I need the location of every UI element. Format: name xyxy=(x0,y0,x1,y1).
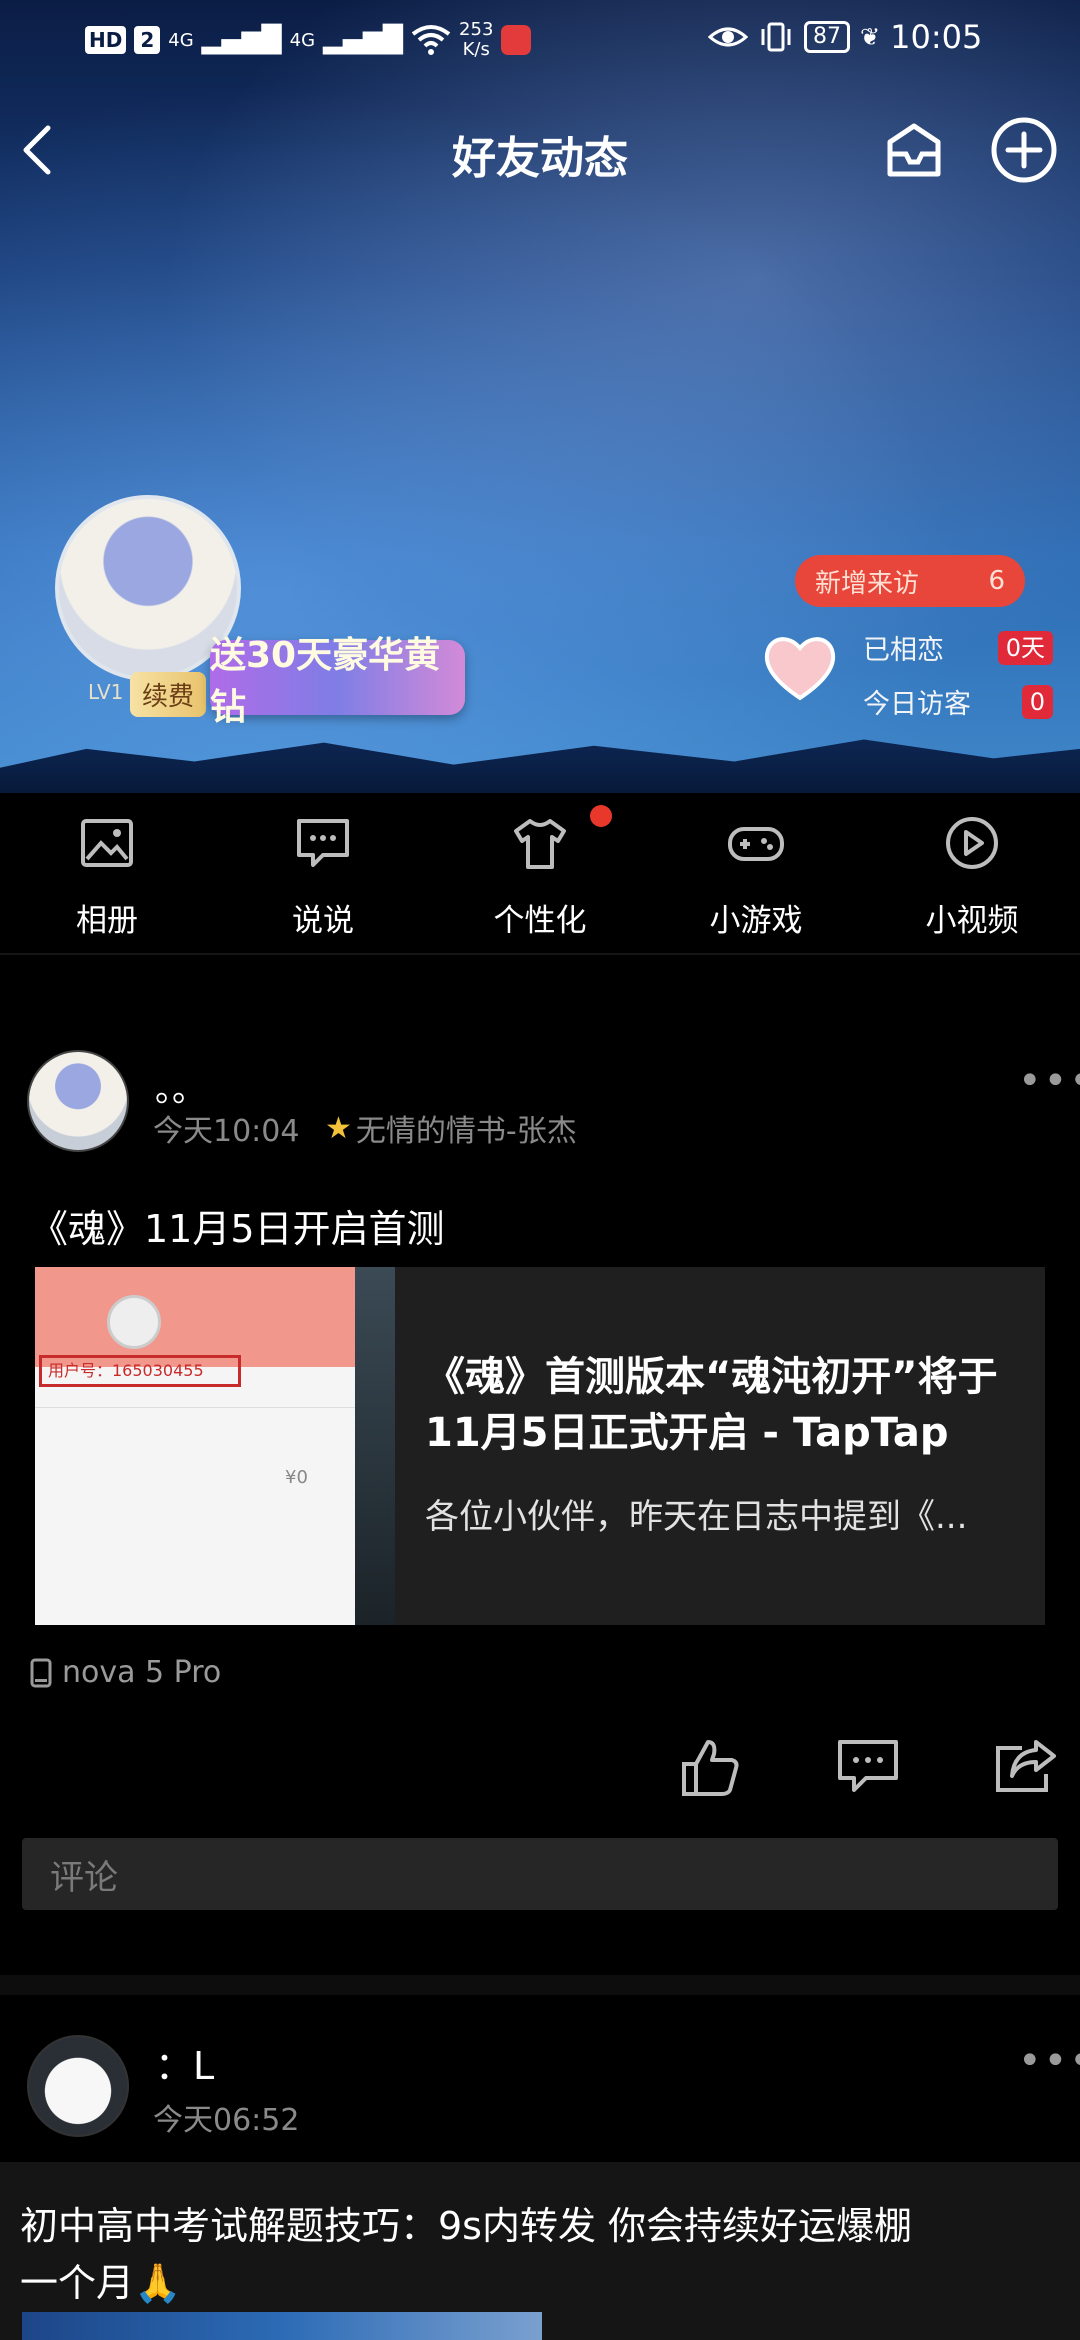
post-song[interactable]: ★ 无情的情书-张杰 xyxy=(325,1106,577,1150)
phone-icon xyxy=(30,1658,52,1687)
nav-shortvideo-label: 小视频 xyxy=(925,903,1019,939)
new-visitors-button[interactable]: 新增来访 6 xyxy=(795,555,1025,607)
post2-text-line1: 初中高中考试解题技巧：9s内转发 你会持续好运爆棚 xyxy=(20,2204,913,2248)
sim-indicator: 2 xyxy=(134,26,161,54)
nav-album-label: 相册 xyxy=(76,903,138,939)
add-icon[interactable] xyxy=(990,116,1058,184)
status-left: HD 2 4G ▂▄▆█ 4G ▂▄▆█ 253 K/s xyxy=(85,20,532,60)
post2-author-name[interactable]: ：L xyxy=(155,2035,214,2090)
nav-minigame-label: 小游戏 xyxy=(709,903,803,939)
feature-nav: 相册 说说 个性化 小游戏 小视频 xyxy=(0,793,1080,953)
post-device-name: nova 5 Pro xyxy=(62,1655,222,1690)
heart-icon[interactable] xyxy=(760,628,840,708)
gamepad-icon xyxy=(728,827,784,861)
eye-icon xyxy=(708,27,748,47)
post-author-name[interactable]: 。。 xyxy=(155,1062,206,1111)
nav-personalize[interactable]: 个性化 xyxy=(460,805,620,940)
comment-icon[interactable] xyxy=(836,1738,900,1796)
thumb-side-photo xyxy=(355,1267,395,1625)
new-visitors-count: 6 xyxy=(988,566,1005,596)
network-2-label: 4G xyxy=(289,29,316,51)
battery-indicator: 87 xyxy=(804,21,850,53)
status-right: 87 ❦ 10:05 xyxy=(708,18,982,56)
hd-indicator: HD xyxy=(85,26,127,54)
love-days-label: 已相恋 xyxy=(863,635,944,666)
nav-shortvideo[interactable]: 小视频 xyxy=(892,813,1052,940)
nav-minigame[interactable]: 小游戏 xyxy=(676,813,836,940)
nav-shuoshuo-label: 说说 xyxy=(292,903,354,939)
status-time: 10:05 xyxy=(890,18,983,56)
post2-text-line2: 一个月🙏 xyxy=(20,2261,182,2305)
love-days-row: 已相恋 0天 xyxy=(863,628,1053,667)
love-days-badge: 0天 xyxy=(997,630,1053,665)
thumb-price: ¥0 xyxy=(285,1467,308,1488)
level-badge: LV1 xyxy=(88,680,124,704)
link-card-title: 《魂》首测版本“魂沌初开”将于11月5日正式开启 - TapTap xyxy=(425,1354,998,1456)
post-author-avatar[interactable] xyxy=(27,1050,129,1152)
net-speed-value: 253 xyxy=(459,19,494,40)
huawei-app-icon xyxy=(501,25,532,55)
net-speed-unit: K/s xyxy=(462,39,490,60)
post2-author-avatar[interactable] xyxy=(27,2035,129,2137)
inbox-icon[interactable] xyxy=(882,118,946,182)
signal-icon-2: ▂▄▆█ xyxy=(323,25,404,55)
link-card[interactable]: 用户号：165030455 ¥0 《魂》首测版本“魂沌初开”将于11月5日正式开… xyxy=(35,1267,1045,1625)
post-device: nova 5 Pro xyxy=(30,1655,221,1690)
music-star-icon: ★ xyxy=(325,1110,352,1146)
post-time: 今天10:04 xyxy=(153,1114,300,1149)
comment-input[interactable]: 评论 xyxy=(22,1838,1058,1910)
nav-album[interactable]: 相册 xyxy=(27,813,187,940)
thumb-logo xyxy=(107,1295,161,1349)
vip-promo-banner[interactable]: 送30天豪华黄钻 xyxy=(210,635,465,728)
link-card-description: 各位小伙伴，昨天在日志中提到《... xyxy=(425,1497,968,1537)
wifi-icon xyxy=(411,25,451,55)
today-visitors-label: 今日访客 xyxy=(863,689,971,720)
section-divider xyxy=(0,953,1080,955)
thumb-user-id: 用户号：165030455 xyxy=(39,1355,241,1387)
share-icon[interactable] xyxy=(992,1738,1058,1796)
thumb-divider xyxy=(35,1407,365,1408)
play-circle-icon xyxy=(946,817,998,869)
post-separator xyxy=(0,1975,1080,1995)
photo-icon xyxy=(81,819,133,867)
tshirt-icon xyxy=(514,819,566,869)
nav-personalize-label: 个性化 xyxy=(493,903,587,939)
leaf-icon: ❦ xyxy=(860,23,881,51)
nav-shuoshuo[interactable]: 说说 xyxy=(243,813,403,940)
chat-bubble-icon xyxy=(297,819,349,867)
post-text: 《魂》11月5日开启首测 xyxy=(30,1207,445,1251)
like-icon[interactable] xyxy=(680,1736,742,1798)
post-song-title: 无情的情书-张杰 xyxy=(355,1114,577,1149)
today-visitors-badge: 0 xyxy=(1021,684,1053,719)
comment-placeholder: 评论 xyxy=(50,1857,118,1898)
notification-dot xyxy=(590,805,612,827)
vibrate-icon xyxy=(761,22,791,52)
net-speed: 253 K/s xyxy=(459,20,493,60)
renew-vip-button[interactable]: 续费 xyxy=(130,672,207,717)
signal-icon-1: ▂▄▆█ xyxy=(201,25,282,55)
post2-more-options-icon[interactable]: ••• xyxy=(1018,2038,1080,2084)
new-visitors-label: 新增来访 xyxy=(815,568,920,599)
network-1-label: 4G xyxy=(168,29,194,51)
post2-image[interactable] xyxy=(22,2312,542,2340)
more-options-icon[interactable]: ••• xyxy=(1018,1058,1080,1104)
today-visitors-row[interactable]: 今日访客 0 xyxy=(863,682,1053,721)
post2-time: 今天06:52 xyxy=(153,2103,300,2138)
link-card-thumbnail: 用户号：165030455 ¥0 xyxy=(35,1267,395,1625)
cover-mountains xyxy=(0,739,1080,793)
